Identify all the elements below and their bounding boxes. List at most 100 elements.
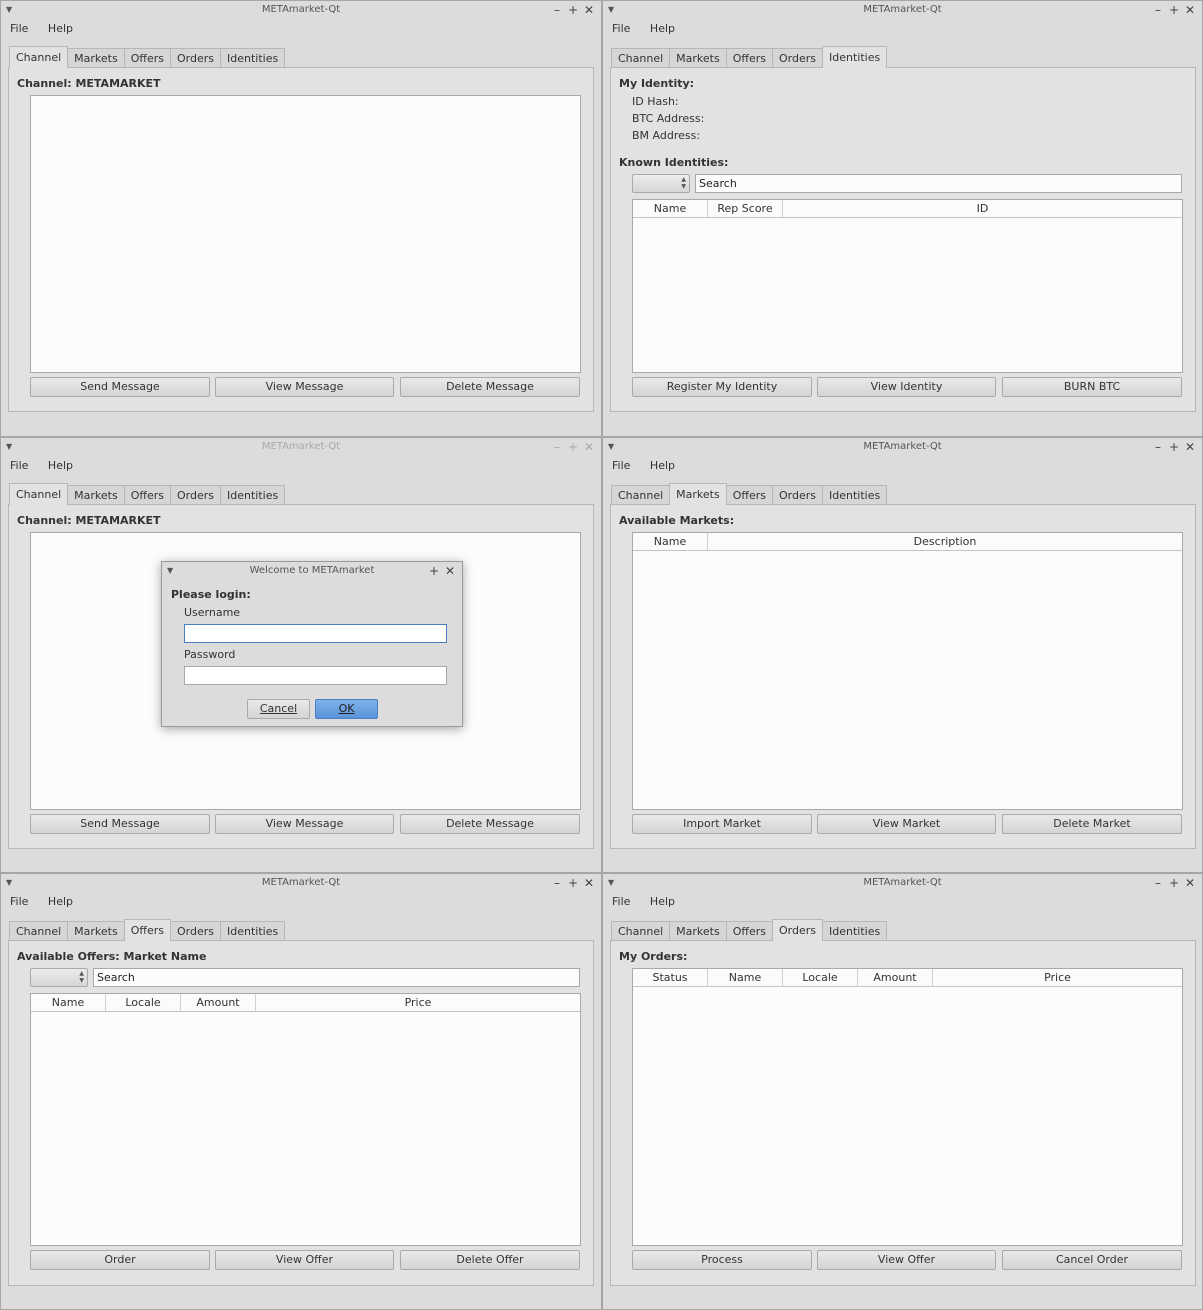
tab-markets[interactable]: Markets (669, 921, 727, 941)
tab-markets[interactable]: Markets (67, 48, 125, 68)
menu-file[interactable]: File (1, 456, 28, 476)
cancel-button[interactable]: Cancel (247, 699, 310, 719)
menu-help[interactable]: Help (634, 456, 675, 476)
send-message-button[interactable]: Send Message (30, 814, 210, 834)
maximize-icon[interactable]: + (426, 562, 442, 580)
tab-markets[interactable]: Markets (669, 483, 727, 505)
tab-orders[interactable]: Orders (771, 919, 823, 941)
view-offer-button[interactable]: View Offer (817, 1250, 996, 1270)
tab-identities[interactable]: Identities (219, 48, 286, 68)
delete-message-button[interactable]: Delete Message (400, 814, 580, 834)
ok-button[interactable]: OK (315, 699, 378, 719)
tab-identities[interactable]: Identities (821, 485, 888, 505)
maximize-icon[interactable]: + (1166, 874, 1182, 892)
column-name[interactable]: Name (633, 533, 708, 550)
tab-orders[interactable]: Orders (771, 48, 823, 68)
maximize-icon[interactable]: + (565, 438, 581, 456)
column-status[interactable]: Status (633, 969, 708, 986)
view-offer-button[interactable]: View Offer (215, 1250, 394, 1270)
minimize-icon[interactable]: – (549, 438, 565, 456)
tab-offers[interactable]: Offers (123, 919, 171, 941)
filter-combo[interactable]: ▲ ▼ (30, 968, 88, 987)
column-rep-score[interactable]: Rep Score (708, 200, 783, 217)
minimize-icon[interactable]: – (1150, 438, 1166, 456)
message-list[interactable] (30, 95, 581, 373)
process-button[interactable]: Process (632, 1250, 812, 1270)
column-description[interactable]: Description (708, 533, 1182, 550)
tab-markets[interactable]: Markets (669, 48, 727, 68)
maximize-icon[interactable]: + (565, 874, 581, 892)
column-name[interactable]: Name (31, 994, 106, 1011)
tab-orders[interactable]: Orders (169, 485, 221, 505)
view-market-button[interactable]: View Market (817, 814, 996, 834)
menu-help[interactable]: Help (32, 19, 73, 39)
tab-orders[interactable]: Orders (169, 921, 221, 941)
tab-channel[interactable]: Channel (611, 485, 671, 505)
tab-offers[interactable]: Offers (725, 485, 773, 505)
menu-file[interactable]: File (1, 892, 28, 912)
column-locale[interactable]: Locale (106, 994, 181, 1011)
identities-table[interactable]: Name Rep Score ID (632, 199, 1183, 373)
tab-channel[interactable]: Channel (9, 46, 69, 68)
tab-channel[interactable]: Channel (9, 483, 69, 505)
offers-table[interactable]: Name Locale Amount Price (30, 993, 581, 1246)
chevron-down-icon[interactable]: ▼ (167, 562, 173, 580)
maximize-icon[interactable]: + (1166, 1, 1182, 19)
chevron-down-icon[interactable]: ▼ (6, 874, 12, 892)
tab-offers[interactable]: Offers (123, 485, 171, 505)
tab-offers[interactable]: Offers (725, 48, 773, 68)
column-name[interactable]: Name (708, 969, 783, 986)
close-icon[interactable]: ✕ (442, 562, 458, 580)
chevron-down-icon[interactable]: ▼ (6, 438, 12, 456)
tab-orders[interactable]: Orders (169, 48, 221, 68)
close-icon[interactable]: ✕ (1182, 438, 1198, 456)
username-field[interactable] (184, 624, 447, 643)
orders-table[interactable]: Status Name Locale Amount Price (632, 968, 1183, 1246)
order-button[interactable]: Order (30, 1250, 210, 1270)
column-name[interactable]: Name (633, 200, 708, 217)
close-icon[interactable]: ✕ (1182, 874, 1198, 892)
markets-table[interactable]: Name Description (632, 532, 1183, 810)
chevron-down-icon[interactable]: ▼ (608, 1, 614, 19)
tab-markets[interactable]: Markets (67, 485, 125, 505)
tab-offers[interactable]: Offers (123, 48, 171, 68)
column-locale[interactable]: Locale (783, 969, 858, 986)
maximize-icon[interactable]: + (565, 1, 581, 19)
menu-help[interactable]: Help (634, 892, 675, 912)
import-market-button[interactable]: Import Market (632, 814, 812, 834)
minimize-icon[interactable]: – (1150, 874, 1166, 892)
column-price[interactable]: Price (256, 994, 580, 1011)
view-message-button[interactable]: View Message (215, 377, 394, 397)
search-input[interactable]: Search (695, 174, 1182, 193)
chevron-down-icon[interactable]: ▼ (608, 438, 614, 456)
close-icon[interactable]: ✕ (581, 874, 597, 892)
column-amount[interactable]: Amount (181, 994, 256, 1011)
column-price[interactable]: Price (933, 969, 1182, 986)
minimize-icon[interactable]: – (549, 1, 565, 19)
minimize-icon[interactable]: – (549, 874, 565, 892)
delete-message-button[interactable]: Delete Message (400, 377, 580, 397)
tab-channel[interactable]: Channel (611, 48, 671, 68)
register-identity-button[interactable]: Register My Identity (632, 377, 812, 397)
tab-orders[interactable]: Orders (771, 485, 823, 505)
tab-markets[interactable]: Markets (67, 921, 125, 941)
filter-combo[interactable]: ▲ ▼ (632, 174, 690, 193)
tab-offers[interactable]: Offers (725, 921, 773, 941)
chevron-down-icon[interactable]: ▼ (608, 874, 614, 892)
close-icon[interactable]: ✕ (581, 1, 597, 19)
delete-market-button[interactable]: Delete Market (1002, 814, 1182, 834)
menu-help[interactable]: Help (32, 892, 73, 912)
view-identity-button[interactable]: View Identity (817, 377, 996, 397)
close-icon[interactable]: ✕ (581, 438, 597, 456)
search-input[interactable]: Search (93, 968, 580, 987)
send-message-button[interactable]: Send Message (30, 377, 210, 397)
menu-help[interactable]: Help (32, 456, 73, 476)
view-message-button[interactable]: View Message (215, 814, 394, 834)
tab-identities[interactable]: Identities (821, 921, 888, 941)
tab-channel[interactable]: Channel (611, 921, 671, 941)
delete-offer-button[interactable]: Delete Offer (400, 1250, 580, 1270)
password-field[interactable] (184, 666, 447, 685)
cancel-order-button[interactable]: Cancel Order (1002, 1250, 1182, 1270)
menu-file[interactable]: File (603, 19, 630, 39)
menu-help[interactable]: Help (634, 19, 675, 39)
